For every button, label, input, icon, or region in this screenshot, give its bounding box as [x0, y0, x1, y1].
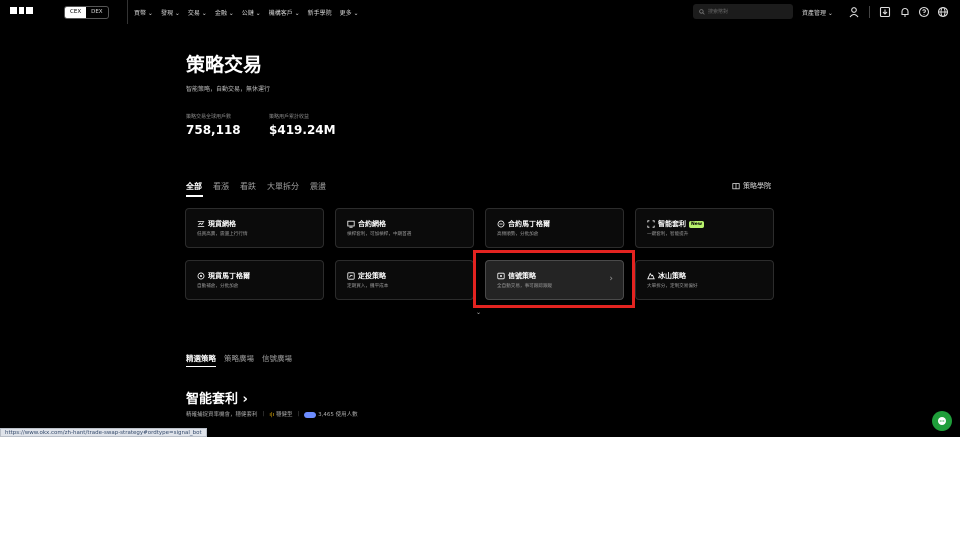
okx-logo[interactable]	[10, 7, 33, 14]
academy-label: 策略學院	[743, 182, 771, 190]
assets-menu[interactable]: 資產管理 ⌄	[802, 0, 833, 24]
card-title: 合約網格	[358, 220, 386, 228]
nav-chain[interactable]: 公鏈 ⌄	[242, 8, 261, 17]
section-meta: 精確捕捉資率機會，穩健套利 | ı|ı 穩健型 | 3,465 使用人數	[186, 410, 358, 418]
nav-buy-crypto[interactable]: 買幣 ⌄	[134, 8, 153, 17]
nav-finance[interactable]: 金融 ⌄	[215, 8, 234, 17]
card-smart-arbitrage[interactable]: 智能套利 New 一鍵套利，智能提升	[635, 208, 774, 248]
globe-icon[interactable]	[937, 6, 949, 18]
app-screen: CEX DEX 買幣 ⌄ 發現 ⌄ 交易 ⌄ 金融 ⌄ 公鏈 ⌄ 機構客戶 ⌄ …	[0, 0, 960, 437]
chevron-down-icon[interactable]: ⌄	[476, 309, 481, 316]
card-title: 智能套利	[658, 220, 686, 228]
browser-status-url: https://www.okx.com/zh-hant/trade-swap-s…	[0, 428, 207, 437]
main-nav: 買幣 ⌄ 發現 ⌄ 交易 ⌄ 金融 ⌄ 公鏈 ⌄ 機構客戶 ⌄ 新手學院 更多 …	[127, 0, 359, 24]
stat-users-value: 758,118	[186, 123, 241, 137]
new-badge: New	[689, 220, 704, 228]
chevron-right-icon: ›	[242, 392, 248, 407]
card-contract-grid[interactable]: 合約網格 槓桿套利，可加槓桿，中期首選	[335, 208, 474, 248]
card-description: 大單拆分，定制交易偏好	[647, 284, 698, 289]
tab-bearish[interactable]: 看跌	[240, 181, 256, 192]
search-icon	[699, 8, 705, 15]
contract-grid-icon	[347, 220, 355, 228]
section-description: 精確捕捉資率機會，穩健套利	[186, 412, 258, 418]
stat-profit-value: $419.24M	[269, 123, 336, 137]
martingale-icon	[497, 220, 505, 228]
card-contract-martingale[interactable]: 合約馬丁格爾 高頻順勢，分批加倉	[485, 208, 624, 248]
risk-level: ı|ı 穩健型	[269, 412, 293, 418]
highlight-box	[473, 250, 635, 308]
user-icon[interactable]	[848, 6, 860, 18]
section-title-link[interactable]: 智能套利 ›	[186, 388, 248, 407]
top-navigation-bar: CEX DEX 買幣 ⌄ 發現 ⌄ 交易 ⌄ 金融 ⌄ 公鏈 ⌄ 機構客戶 ⌄ …	[0, 0, 960, 24]
stat-profit-label: 策略用戶累計收益	[269, 114, 310, 120]
meta-divider: |	[297, 411, 300, 417]
tab-all[interactable]: 全部	[186, 181, 202, 192]
card-description: 高頻順勢，分批加倉	[497, 232, 539, 237]
nav-institutional[interactable]: 機構客戶 ⌄	[269, 8, 300, 17]
tab-large-order[interactable]: 大單拆分	[267, 181, 299, 192]
page-subtitle: 智能策略，自動交易，無休運行	[186, 86, 271, 93]
strategy-filter-tabs: 全部 看漲 看跌 大單拆分 震盪	[186, 181, 326, 192]
cex-dex-toggle: CEX DEX	[64, 6, 109, 19]
dex-toggle[interactable]: DEX	[86, 7, 107, 18]
users-count: 3,465 使用人數	[304, 410, 358, 418]
chat-support-button[interactable]	[932, 411, 952, 431]
book-icon	[732, 183, 740, 190]
iceberg-icon	[647, 272, 655, 280]
search-input[interactable]: 搜索幣對	[693, 4, 793, 19]
featured-tabs: 精選策略 策略廣場 信號廣場	[186, 353, 292, 364]
dca-icon	[347, 272, 355, 280]
card-description: 一鍵套利，智能提升	[647, 232, 689, 237]
avatar-group-icon	[304, 411, 317, 418]
section-title: 智能套利	[186, 392, 239, 407]
tab-featured[interactable]: 精選策略	[186, 353, 216, 364]
card-spot-martingale[interactable]: 現貨馬丁格爾 自動補倉，分批加倉	[185, 260, 324, 300]
target-icon	[197, 272, 205, 280]
download-icon[interactable]	[879, 6, 891, 18]
nav-discover[interactable]: 發現 ⌄	[161, 8, 180, 17]
cex-toggle[interactable]: CEX	[65, 7, 87, 18]
stat-users-label: 策略交易全球用戶數	[186, 114, 232, 120]
page-title: 策略交易	[186, 54, 263, 76]
card-iceberg[interactable]: 冰山策略 大單拆分，定制交易偏好	[635, 260, 774, 300]
nav-more[interactable]: 更多 ⌄	[340, 8, 359, 17]
nav-learn[interactable]: 新手學院	[308, 8, 332, 17]
search-placeholder: 搜索幣對	[708, 9, 729, 15]
help-icon[interactable]	[918, 6, 930, 18]
meta-divider: |	[262, 411, 265, 417]
card-description: 槓桿套利，可加槓桿，中期首選	[347, 232, 412, 237]
card-dca[interactable]: 定投策略 定期買入，攤平成本	[335, 260, 474, 300]
strategy-academy-link[interactable]: 策略學院	[732, 181, 771, 191]
nav-trade[interactable]: 交易 ⌄	[188, 8, 207, 17]
bell-icon[interactable]	[899, 6, 911, 18]
tab-signal-square[interactable]: 信號廣場	[262, 353, 292, 364]
card-title: 現貨馬丁格爾	[208, 272, 250, 280]
card-title: 冰山策略	[658, 272, 686, 280]
divider	[869, 6, 870, 18]
active-tab-indicator	[186, 195, 203, 197]
featured-tab-indicator	[186, 366, 216, 367]
tab-bullish[interactable]: 看漲	[213, 181, 229, 192]
card-title: 現貨網格	[208, 220, 236, 228]
chat-icon	[938, 417, 946, 425]
tab-sideways[interactable]: 震盪	[310, 181, 326, 192]
card-spot-grid[interactable]: 現貨網格 低買高賣，震盪上行行情	[185, 208, 324, 248]
grid-icon	[197, 221, 205, 227]
card-description: 定期買入，攤平成本	[347, 284, 389, 289]
tab-strategy-square[interactable]: 策略廣場	[224, 353, 254, 364]
card-title: 合約馬丁格爾	[508, 220, 550, 228]
card-description: 低買高賣，震盪上行行情	[197, 232, 248, 237]
card-title: 定投策略	[358, 272, 386, 280]
card-description: 自動補倉，分批加倉	[197, 284, 239, 289]
arbitrage-icon	[647, 220, 655, 228]
